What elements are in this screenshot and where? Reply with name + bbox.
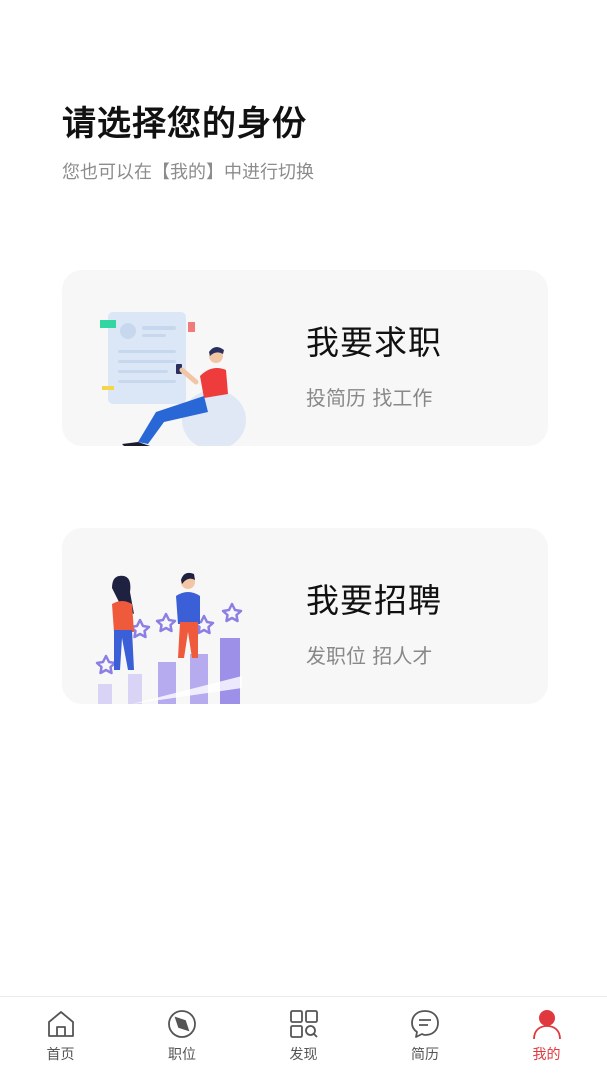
tab-discover-label: 发现	[289, 1047, 318, 1063]
job-seeker-illustration	[100, 312, 246, 446]
recruiter-card[interactable]: 我要招聘 发职位 招人才	[62, 528, 548, 704]
tab-resume-label: 简历	[411, 1047, 439, 1063]
tab-home-label: 首页	[46, 1047, 75, 1063]
identity-select-page: 请选择您的身份 您也可以在【我的】中进行切换 我要求职 投简历 找工作 我要招聘…	[0, 0, 607, 1080]
job-seeker-card[interactable]: 我要求职 投简历 找工作	[62, 270, 548, 446]
compass-icon	[168, 1010, 196, 1038]
recruiter-illustration	[95, 572, 243, 704]
page-title: 请选择您的身份	[62, 104, 307, 144]
tab-discover[interactable]: 发现	[243, 997, 364, 1080]
job-seeker-title: 我要求职	[306, 323, 442, 362]
bottom-tab-bar: 首页 职位 发现 简历 我的	[0, 996, 607, 1080]
job-seeker-desc: 投简历 找工作	[306, 386, 433, 410]
tab-home[interactable]: 首页	[0, 997, 121, 1080]
tab-mine[interactable]: 我的	[486, 997, 607, 1080]
home-icon	[47, 1011, 74, 1037]
recruiter-title: 我要招聘	[306, 581, 442, 620]
page-subtitle: 您也可以在【我的】中进行切换	[62, 162, 314, 183]
tab-jobs[interactable]: 职位	[122, 997, 243, 1080]
discover-grid-icon	[289, 1010, 318, 1038]
chat-bubble-icon	[411, 1010, 439, 1038]
tab-resume[interactable]: 简历	[365, 997, 486, 1080]
recruiter-desc: 发职位 招人才	[306, 644, 433, 668]
person-icon	[532, 1010, 561, 1040]
tab-mine-label: 我的	[532, 1047, 561, 1063]
tab-jobs-label: 职位	[168, 1047, 196, 1063]
